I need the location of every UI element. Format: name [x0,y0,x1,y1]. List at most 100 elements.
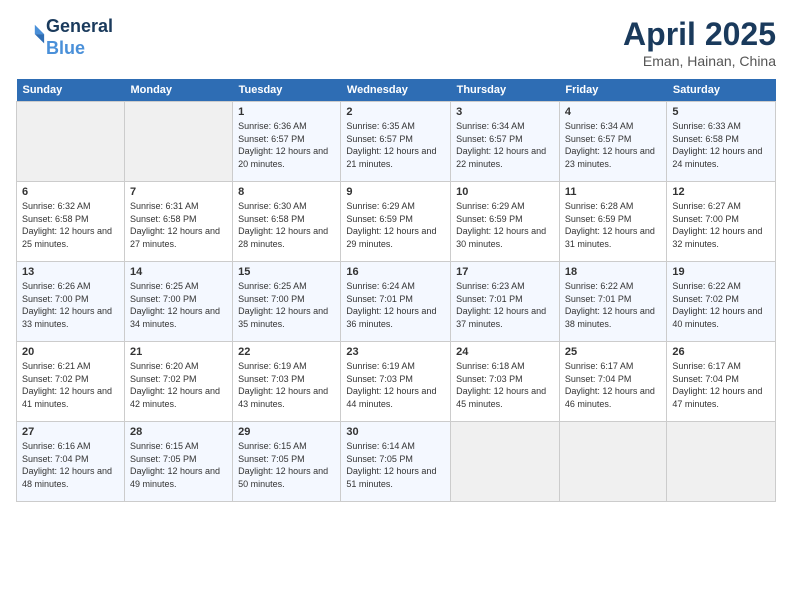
day-cell: 18 Sunrise: 6:22 AM Sunset: 7:01 PM Dayli… [559,262,667,342]
week-row-3: 13 Sunrise: 6:26 AM Sunset: 7:00 PM Dayli… [17,262,776,342]
day-cell: 11 Sunrise: 6:28 AM Sunset: 6:59 PM Dayli… [559,182,667,262]
day-info: Sunrise: 6:28 AM Sunset: 6:59 PM Dayligh… [565,200,662,250]
day-cell: 17 Sunrise: 6:23 AM Sunset: 7:01 PM Dayli… [451,262,560,342]
logo: General Blue [16,16,113,59]
day-cell: 24Sunrise: 6:18 AM Sunset: 7:03 PM Dayli… [451,342,560,422]
day-cell: 10 Sunrise: 6:29 AM Sunset: 6:59 PM Dayli… [451,182,560,262]
day-number: 8 [238,186,335,198]
day-number: 1 [238,106,335,118]
day-cell: 21Sunrise: 6:20 AM Sunset: 7:02 PM Dayli… [124,342,232,422]
day-info: Sunrise: 6:17 AM Sunset: 7:04 PM Dayligh… [672,360,770,410]
day-cell: 29 Sunrise: 6:15 AM Sunset: 7:05 PM Dayli… [233,422,341,502]
day-cell: 23 Sunrise: 6:19 AM Sunset: 7:03 PM Dayli… [341,342,451,422]
day-info: Sunrise: 6:26 AM Sunset: 7:00 PM Dayligh… [22,280,119,330]
day-info: Sunrise: 6:19 AM Sunset: 7:03 PM Dayligh… [238,360,335,410]
day-number: 6 [22,186,119,198]
page: General Blue April 2025 Eman, Hainan, Ch… [0,0,792,612]
day-number: 13 [22,266,119,278]
day-cell: 30Sunrise: 6:14 AM Sunset: 7:05 PM Dayli… [341,422,451,502]
day-number: 19 [672,266,770,278]
day-number: 29 [238,426,335,438]
day-info: Sunrise: 6:29 AM Sunset: 6:59 PM Dayligh… [456,200,554,250]
header: General Blue April 2025 Eman, Hainan, Ch… [16,16,776,69]
day-number: 26 [672,346,770,358]
day-cell: 19Sunrise: 6:22 AM Sunset: 7:02 PM Dayli… [667,262,776,342]
day-number: 10 [456,186,554,198]
day-info: Sunrise: 6:30 AM Sunset: 6:58 PM Dayligh… [238,200,335,250]
weekday-header-sunday: Sunday [17,79,125,102]
logo-icon [18,21,46,49]
day-number: 27 [22,426,119,438]
day-number: 14 [130,266,227,278]
day-number: 15 [238,266,335,278]
weekday-header-row: SundayMondayTuesdayWednesdayThursdayFrid… [17,79,776,102]
day-info: Sunrise: 6:24 AM Sunset: 7:01 PM Dayligh… [346,280,445,330]
day-info: Sunrise: 6:35 AM Sunset: 6:57 PM Dayligh… [346,120,445,170]
day-number: 3 [456,106,554,118]
week-row-4: 20Sunrise: 6:21 AM Sunset: 7:02 PM Dayli… [17,342,776,422]
day-number: 24 [456,346,554,358]
location: Eman, Hainan, China [623,53,776,69]
day-info: Sunrise: 6:25 AM Sunset: 7:00 PM Dayligh… [130,280,227,330]
day-cell: 28 Sunrise: 6:15 AM Sunset: 7:05 PM Dayli… [124,422,232,502]
logo-text: General Blue [46,16,113,59]
week-row-5: 27 Sunrise: 6:16 AM Sunset: 7:04 PM Dayli… [17,422,776,502]
weekday-header-saturday: Saturday [667,79,776,102]
day-cell: 22 Sunrise: 6:19 AM Sunset: 7:03 PM Dayli… [233,342,341,422]
week-row-2: 6 Sunrise: 6:32 AM Sunset: 6:58 PM Daylig… [17,182,776,262]
day-info: Sunrise: 6:36 AM Sunset: 6:57 PM Dayligh… [238,120,335,170]
day-info: Sunrise: 6:15 AM Sunset: 7:05 PM Dayligh… [238,440,335,490]
day-cell: 2 Sunrise: 6:35 AM Sunset: 6:57 PM Daylig… [341,102,451,182]
day-number: 11 [565,186,662,198]
day-number: 7 [130,186,227,198]
day-number: 21 [130,346,227,358]
week-row-1: 1 Sunrise: 6:36 AM Sunset: 6:57 PM Daylig… [17,102,776,182]
day-cell: 9 Sunrise: 6:29 AM Sunset: 6:59 PM Daylig… [341,182,451,262]
day-number: 18 [565,266,662,278]
day-number: 4 [565,106,662,118]
day-number: 28 [130,426,227,438]
day-cell: 1 Sunrise: 6:36 AM Sunset: 6:57 PM Daylig… [233,102,341,182]
day-cell: 4 Sunrise: 6:34 AM Sunset: 6:57 PM Daylig… [559,102,667,182]
weekday-header-monday: Monday [124,79,232,102]
day-cell: 3 Sunrise: 6:34 AM Sunset: 6:57 PM Daylig… [451,102,560,182]
day-cell [667,422,776,502]
month-year: April 2025 [623,16,776,53]
day-cell: 7 Sunrise: 6:31 AM Sunset: 6:58 PM Daylig… [124,182,232,262]
title-block: April 2025 Eman, Hainan, China [623,16,776,69]
day-number: 2 [346,106,445,118]
day-number: 17 [456,266,554,278]
weekday-header-wednesday: Wednesday [341,79,451,102]
day-cell [451,422,560,502]
day-cell: 20Sunrise: 6:21 AM Sunset: 7:02 PM Dayli… [17,342,125,422]
weekday-header-tuesday: Tuesday [233,79,341,102]
day-number: 25 [565,346,662,358]
day-cell [124,102,232,182]
day-cell: 12Sunrise: 6:27 AM Sunset: 7:00 PM Dayli… [667,182,776,262]
day-info: Sunrise: 6:32 AM Sunset: 6:58 PM Dayligh… [22,200,119,250]
day-info: Sunrise: 6:25 AM Sunset: 7:00 PM Dayligh… [238,280,335,330]
day-number: 12 [672,186,770,198]
day-info: Sunrise: 6:15 AM Sunset: 7:05 PM Dayligh… [130,440,227,490]
day-cell [559,422,667,502]
weekday-header-thursday: Thursday [451,79,560,102]
day-info: Sunrise: 6:22 AM Sunset: 7:01 PM Dayligh… [565,280,662,330]
day-info: Sunrise: 6:17 AM Sunset: 7:04 PM Dayligh… [565,360,662,410]
day-info: Sunrise: 6:23 AM Sunset: 7:01 PM Dayligh… [456,280,554,330]
day-info: Sunrise: 6:19 AM Sunset: 7:03 PM Dayligh… [346,360,445,410]
day-number: 9 [346,186,445,198]
day-number: 30 [346,426,445,438]
day-number: 23 [346,346,445,358]
day-cell: 25 Sunrise: 6:17 AM Sunset: 7:04 PM Dayli… [559,342,667,422]
day-cell: 14 Sunrise: 6:25 AM Sunset: 7:00 PM Dayli… [124,262,232,342]
day-number: 22 [238,346,335,358]
day-info: Sunrise: 6:33 AM Sunset: 6:58 PM Dayligh… [672,120,770,170]
day-info: Sunrise: 6:34 AM Sunset: 6:57 PM Dayligh… [456,120,554,170]
day-info: Sunrise: 6:16 AM Sunset: 7:04 PM Dayligh… [22,440,119,490]
day-info: Sunrise: 6:34 AM Sunset: 6:57 PM Dayligh… [565,120,662,170]
day-cell: 16Sunrise: 6:24 AM Sunset: 7:01 PM Dayli… [341,262,451,342]
day-info: Sunrise: 6:29 AM Sunset: 6:59 PM Dayligh… [346,200,445,250]
calendar-body: 1 Sunrise: 6:36 AM Sunset: 6:57 PM Daylig… [17,102,776,502]
day-cell: 13 Sunrise: 6:26 AM Sunset: 7:00 PM Dayli… [17,262,125,342]
day-info: Sunrise: 6:31 AM Sunset: 6:58 PM Dayligh… [130,200,227,250]
